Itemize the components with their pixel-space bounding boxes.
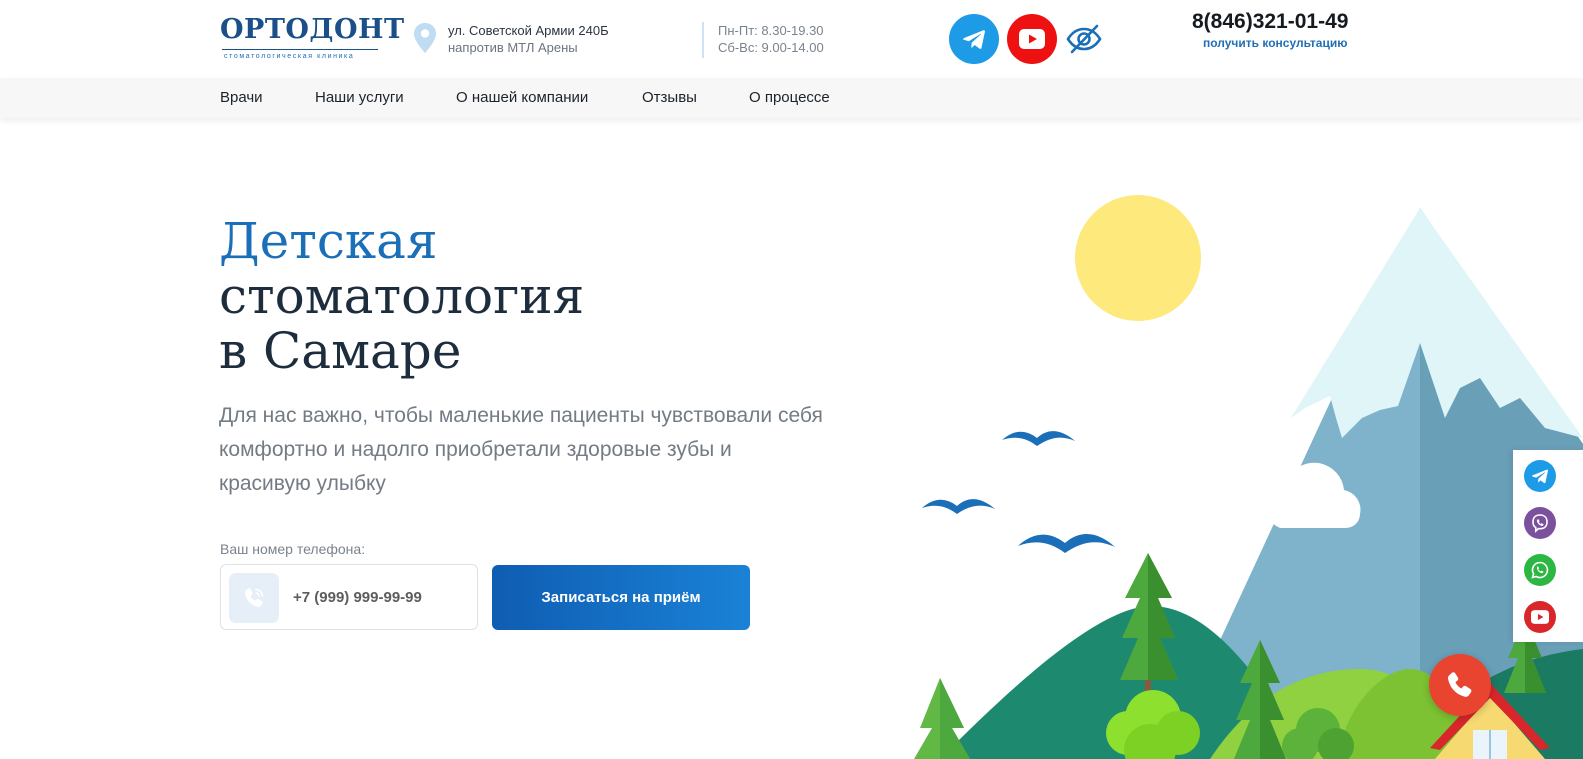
phone-icon (229, 573, 279, 623)
site-header: ОРТОДОНТ стоматологическая клиника ул. С… (0, 0, 1583, 78)
callback-button[interactable] (1429, 654, 1491, 716)
nav-item-about[interactable]: О нашей компании (456, 89, 588, 106)
side-viber-button[interactable] (1524, 507, 1556, 539)
whatsapp-icon (1531, 561, 1549, 579)
nav-item-reviews[interactable]: Отзывы (642, 89, 697, 106)
bird (1002, 431, 1075, 446)
bird (1018, 534, 1115, 553)
phone-input[interactable] (293, 583, 468, 611)
page-title-line: в Самаре (219, 322, 462, 380)
page-title-line: стоматология (219, 267, 585, 325)
phone-field-label: Ваш номер телефона: (220, 541, 366, 557)
youtube-icon (1019, 29, 1045, 49)
viber-icon (1532, 514, 1548, 533)
side-whatsapp-button[interactable] (1524, 554, 1556, 586)
page-title-accent: Детская (219, 212, 438, 270)
book-appointment-button[interactable]: Записаться на приём (492, 565, 750, 630)
bird (922, 499, 995, 514)
main-nav: Врачи Наши услуги О нашей компании Отзыв… (0, 78, 1583, 118)
youtube-button[interactable] (1007, 14, 1057, 64)
phone-field (220, 564, 478, 630)
pine-tree (914, 678, 970, 759)
telegram-icon (963, 30, 985, 49)
logo-subtitle: стоматологическая клиника (224, 53, 355, 60)
schedule-weekend: Сб-Вс: 9.00-14.00 (718, 40, 824, 55)
hero-description: Для нас важно, чтобы маленькие пациенты … (219, 404, 823, 495)
logo-text: ОРТОДОНТ (220, 14, 405, 45)
address-line: ул. Советской Армии 240Б (448, 23, 609, 38)
schedule-divider (702, 22, 704, 58)
nav-item-process[interactable]: О процессе (749, 89, 830, 106)
nav-item-services[interactable]: Наши услуги (315, 89, 404, 106)
page-title: Детская стоматология в Самаре (219, 214, 584, 379)
side-social-bar (1513, 450, 1583, 642)
location-pin-icon (414, 23, 436, 53)
sun (1075, 195, 1201, 321)
address-landmark: напротив МТЛ Арены (448, 40, 578, 55)
phone-handset-icon (1447, 672, 1472, 697)
address: ул. Советской Армии 240Б напротив МТЛ Ар… (448, 22, 609, 56)
telegram-button[interactable] (949, 14, 999, 64)
youtube-icon (1531, 610, 1549, 624)
consultation-link[interactable]: получить консультацию (1203, 36, 1347, 50)
eye-slash-icon[interactable] (1066, 22, 1102, 56)
side-telegram-button[interactable] (1524, 460, 1556, 492)
nav-item-doctors[interactable]: Врачи (220, 89, 263, 106)
schedule-weekdays: Пн-Пт: 8.30-19.30 (718, 23, 824, 38)
telegram-icon (1532, 469, 1548, 484)
logo[interactable]: ОРТОДОНТ стоматологическая клиника (220, 12, 404, 64)
logo-divider (222, 49, 378, 50)
header-phone[interactable]: 8(846)321-01-49 (1192, 10, 1348, 34)
side-youtube-button[interactable] (1524, 601, 1556, 633)
schedule: Пн-Пт: 8.30-19.30 Сб-Вс: 9.00-14.00 (718, 22, 824, 56)
